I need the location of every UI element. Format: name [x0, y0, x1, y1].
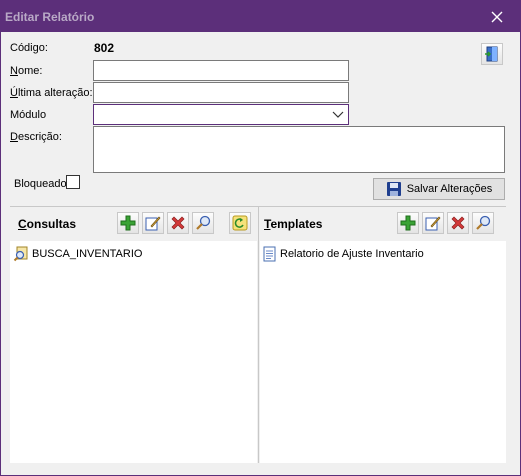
modulo-label: Módulo [10, 109, 47, 121]
search-icon [476, 215, 491, 230]
consultas-list[interactable]: BUSCA_INVENTARIO [10, 241, 257, 463]
consultas-edit-button[interactable] [142, 212, 164, 234]
templates-list[interactable]: Relatorio de Ajuste Inventario [260, 241, 506, 463]
ultima-alteracao-label: Última alteração: [10, 87, 93, 99]
descricao-textarea[interactable] [93, 126, 505, 173]
consultas-search-button[interactable] [192, 212, 214, 234]
exit-button[interactable] [481, 43, 503, 65]
nome-input[interactable] [93, 60, 349, 81]
add-icon [400, 215, 416, 231]
delete-icon [171, 216, 185, 230]
list-item[interactable]: BUSCA_INVENTARIO [13, 246, 142, 262]
document-icon [263, 246, 276, 262]
close-button[interactable] [474, 1, 520, 32]
window-title: Editar Relatório [5, 10, 95, 24]
templates-delete-button[interactable] [447, 212, 469, 234]
modulo-select[interactable] [93, 104, 349, 125]
panel-splitter[interactable] [258, 207, 259, 463]
edit-icon [425, 216, 441, 231]
search-icon [196, 215, 211, 230]
exit-door-icon [485, 46, 498, 62]
templates-edit-button[interactable] [422, 212, 444, 234]
templates-title: Templates [264, 217, 323, 231]
codigo-label: Código: [10, 42, 48, 54]
bloqueado-label: Bloqueado [14, 178, 67, 190]
list-item[interactable]: Relatorio de Ajuste Inventario [263, 246, 424, 262]
query-icon [13, 246, 28, 262]
edit-report-dialog: Editar Relatório Código: 802 Nome: Últim… [0, 0, 521, 476]
templates-add-button[interactable] [397, 212, 419, 234]
templates-search-button[interactable] [472, 212, 494, 234]
consulta-label: BUSCA_INVENTARIO [32, 248, 143, 260]
consultas-add-button[interactable] [117, 212, 139, 234]
template-label: Relatorio de Ajuste Inventario [280, 248, 424, 260]
close-icon [491, 11, 503, 22]
consultas-refresh-button[interactable] [229, 212, 251, 234]
consultas-delete-button[interactable] [167, 212, 189, 234]
delete-icon [451, 216, 465, 230]
descricao-label: Descrição: [10, 131, 62, 143]
edit-icon [145, 216, 161, 231]
floppy-disk-icon [386, 182, 401, 196]
title-bar: Editar Relatório [1, 1, 520, 32]
codigo-value: 802 [94, 41, 115, 55]
save-changes-button[interactable]: Salvar Alterações [373, 178, 505, 200]
chevron-down-icon [332, 111, 344, 118]
bloqueado-checkbox[interactable] [66, 175, 80, 189]
refresh-icon [232, 215, 248, 231]
consultas-title: Consultas [18, 217, 77, 231]
save-changes-label: Salvar Alterações [406, 183, 493, 195]
nome-label: Nome: [10, 65, 43, 77]
add-icon [120, 215, 136, 231]
ultima-alteracao-input[interactable] [93, 82, 349, 103]
